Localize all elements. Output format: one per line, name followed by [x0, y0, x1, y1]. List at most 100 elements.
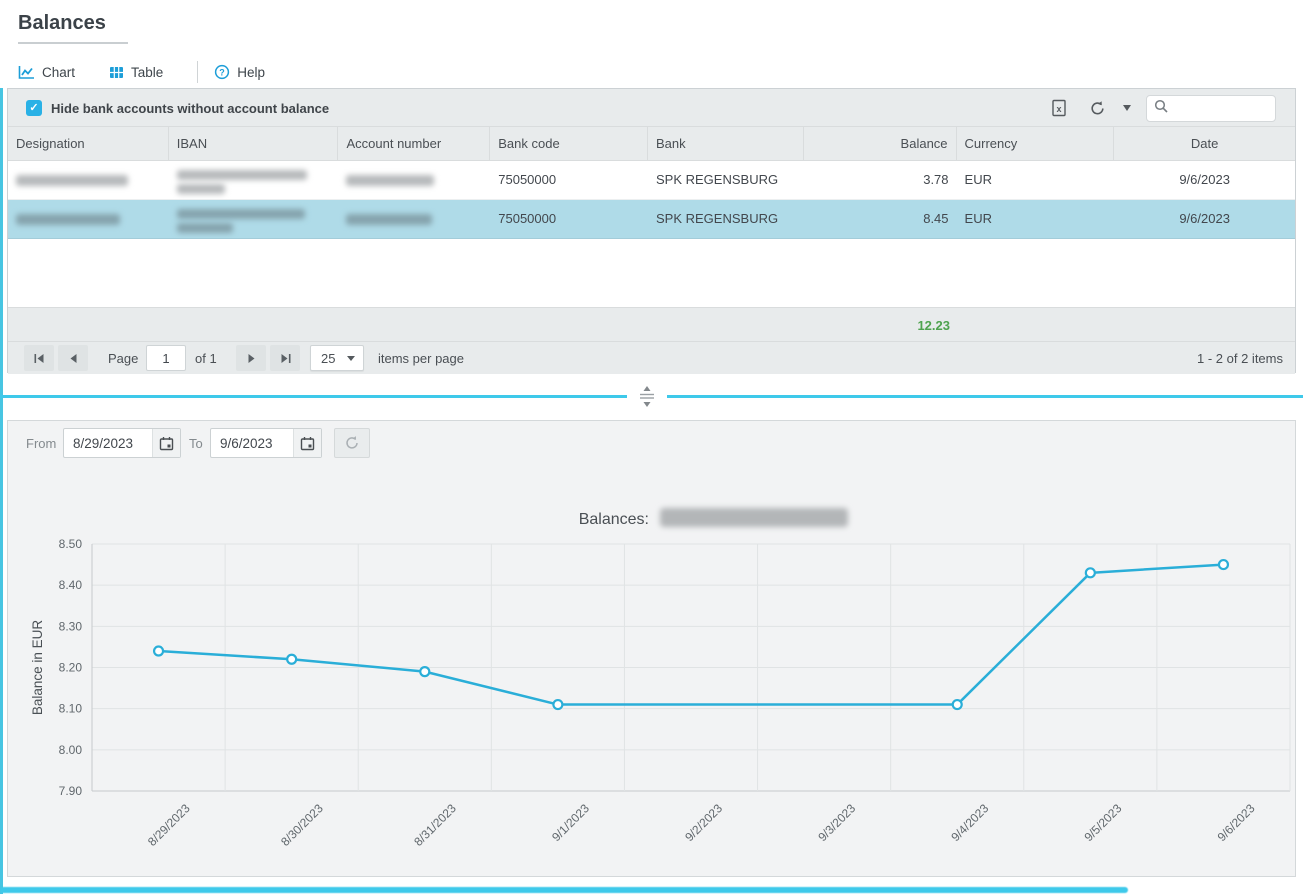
col-header-bank[interactable]: Bank: [648, 127, 804, 160]
table-row-selected[interactable]: 75050000 SPK REGENSBURG 8.45 EUR 9/6/202…: [8, 200, 1295, 239]
splitter-resize-grip[interactable]: [627, 383, 667, 410]
to-date-input[interactable]: [211, 436, 289, 451]
balance-line-chart[interactable]: Balances:7.908.008.108.208.308.408.50Bal…: [8, 461, 1295, 876]
chevron-down-icon: [1123, 105, 1131, 111]
grid-toolbar: ✓ Hide bank accounts without account bal…: [8, 89, 1295, 127]
pager-page-input[interactable]: [146, 345, 186, 371]
from-datepicker: [63, 428, 181, 458]
bottom-splitter-bar[interactable]: [0, 887, 1128, 893]
cell-account-number-redacted: [338, 200, 490, 238]
title-underline: [18, 42, 128, 44]
export-excel-button[interactable]: x: [1048, 98, 1070, 118]
tab-help-label: Help: [237, 65, 265, 80]
sum-balance-value: 12.23: [805, 318, 958, 333]
cell-date: 9/6/2023: [1114, 200, 1295, 238]
cell-bank: SPK REGENSBURG: [648, 200, 804, 238]
from-date-input[interactable]: [64, 436, 142, 451]
svg-text:9/2/2023: 9/2/2023: [682, 801, 725, 844]
cell-account-number-redacted: [338, 161, 490, 199]
menu-divider: [197, 61, 198, 83]
pager-page-label: Page: [108, 351, 138, 366]
grid-search-box: [1146, 95, 1276, 122]
cell-balance: 8.45: [804, 200, 957, 238]
svg-text:Balance in EUR: Balance in EUR: [30, 620, 45, 716]
pager-first-page-button[interactable]: [24, 345, 54, 371]
svg-text:8.50: 8.50: [59, 537, 83, 551]
pager-next-page-button[interactable]: [236, 345, 266, 371]
grid-pager: Page of 1 25 items per page 1 - 2 of 2 i…: [8, 342, 1295, 374]
hide-empty-accounts-label: Hide bank accounts without account balan…: [51, 101, 329, 116]
col-header-account-number[interactable]: Account number: [338, 127, 490, 160]
svg-text:x: x: [1056, 104, 1061, 114]
svg-text:7.90: 7.90: [59, 784, 83, 798]
refresh-grid-button[interactable]: [1086, 98, 1108, 118]
tab-table[interactable]: Table: [109, 65, 163, 80]
to-datepicker: [210, 428, 322, 458]
page-title: Balances: [18, 12, 106, 35]
pager-page-size-value: 25: [311, 351, 347, 366]
grid-search-input[interactable]: [1175, 101, 1275, 116]
cell-bank-code: 75050000: [490, 161, 648, 199]
cell-designation-redacted: [8, 200, 169, 238]
col-header-designation[interactable]: Designation: [8, 127, 169, 160]
cell-currency: EUR: [957, 161, 1115, 199]
svg-text:?: ?: [220, 67, 226, 77]
svg-text:8.10: 8.10: [59, 702, 83, 716]
col-header-bank-code[interactable]: Bank code: [490, 127, 648, 160]
pager-page-size-dropdown[interactable]: 25: [310, 345, 364, 371]
balances-grid-panel: ✓ Hide bank accounts without account bal…: [7, 88, 1296, 373]
to-label: To: [189, 436, 203, 451]
col-header-iban[interactable]: IBAN: [169, 127, 339, 160]
refresh-options-dropdown[interactable]: [1116, 98, 1138, 118]
pager-of-label: of 1: [195, 351, 217, 366]
svg-text:8.30: 8.30: [59, 619, 83, 633]
cell-iban-redacted: [169, 161, 339, 199]
pager-range-label: 1 - 2 of 2 items: [1197, 351, 1283, 366]
col-header-currency[interactable]: Currency: [957, 127, 1115, 160]
grid-sum-row: 12.23: [8, 307, 1295, 342]
pager-items-per-page-label: items per page: [378, 351, 464, 366]
tab-chart-label: Chart: [42, 65, 75, 80]
svg-text:8/31/2023: 8/31/2023: [411, 801, 459, 849]
left-splitter-bar[interactable]: [0, 88, 3, 894]
table-icon: [109, 66, 124, 79]
balance-chart-panel: From To Balances:7.908.008.108.208.308.4…: [7, 420, 1296, 877]
tab-help[interactable]: ? Help: [214, 64, 265, 80]
from-label: From: [26, 436, 56, 451]
refresh-icon: [344, 435, 360, 451]
cell-bank: SPK REGENSBURG: [648, 161, 804, 199]
svg-text:8.20: 8.20: [59, 661, 83, 675]
svg-text:Balances:: Balances:: [579, 511, 649, 528]
svg-text:8.00: 8.00: [59, 743, 83, 757]
calendar-icon[interactable]: [293, 429, 321, 457]
cell-bank-code: 75050000: [490, 200, 648, 238]
pager-last-page-button[interactable]: [270, 345, 300, 371]
col-header-balance[interactable]: Balance: [804, 127, 957, 160]
hide-empty-accounts-checkbox[interactable]: ✓: [26, 100, 42, 116]
chevron-down-icon: [347, 356, 355, 361]
refresh-chart-button[interactable]: [334, 428, 370, 458]
search-icon: [1154, 99, 1169, 119]
resize-vertical-icon: [637, 385, 657, 408]
grid-header-row: Designation IBAN Account number Bank cod…: [8, 127, 1295, 161]
pager-prev-page-button[interactable]: [58, 345, 88, 371]
calendar-icon[interactable]: [152, 429, 180, 457]
help-icon: ?: [214, 64, 230, 80]
svg-text:9/6/2023: 9/6/2023: [1215, 801, 1258, 844]
svg-text:9/3/2023: 9/3/2023: [815, 801, 858, 844]
balances-page: Balances Chart Table ? Help ✓ Hide bank …: [0, 0, 1303, 894]
svg-text:8/29/2023: 8/29/2023: [145, 801, 193, 849]
tab-table-label: Table: [131, 65, 163, 80]
cell-date: 9/6/2023: [1114, 161, 1295, 199]
svg-text:9/5/2023: 9/5/2023: [1082, 801, 1125, 844]
col-header-date[interactable]: Date: [1114, 127, 1295, 160]
table-row[interactable]: 75050000 SPK REGENSBURG 3.78 EUR 9/6/202…: [8, 161, 1295, 200]
menubar: Chart Table ? Help: [18, 58, 299, 86]
tab-chart[interactable]: Chart: [18, 65, 75, 80]
svg-text:9/1/2023: 9/1/2023: [549, 801, 592, 844]
cell-balance: 3.78: [804, 161, 957, 199]
line-chart-icon: [18, 65, 35, 80]
cell-iban-redacted: [169, 200, 339, 238]
svg-text:8/30/2023: 8/30/2023: [278, 801, 326, 849]
cell-designation-redacted: [8, 161, 169, 199]
